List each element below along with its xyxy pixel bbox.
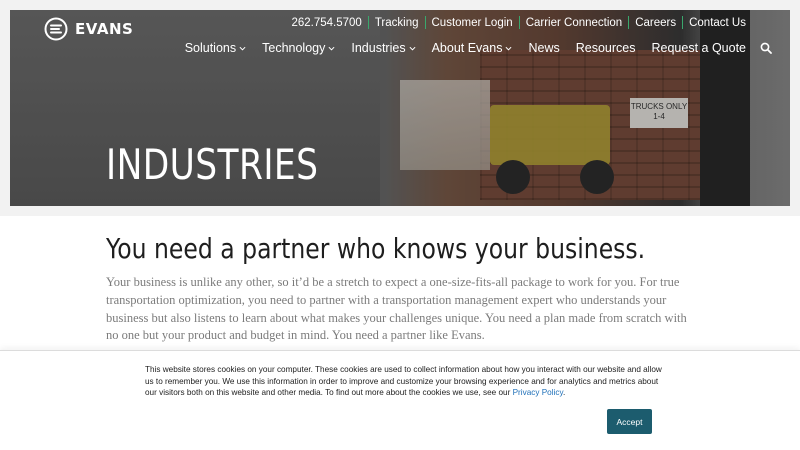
- nav-item-resources[interactable]: Resources: [576, 41, 636, 55]
- nav-item-news[interactable]: News: [528, 41, 559, 55]
- evans-logo[interactable]: EVANS: [44, 17, 133, 41]
- nav-item-industries[interactable]: Industries: [351, 41, 416, 55]
- nav-item-about-evans[interactable]: About Evans: [432, 41, 513, 55]
- nav-item-label: Request a Quote: [651, 41, 746, 55]
- utility-nav: 262.754.5700 Tracking Customer Login Car…: [285, 16, 752, 29]
- nav-item-label: Industries: [351, 41, 406, 55]
- cookie-text: This website stores cookies on your comp…: [145, 364, 665, 399]
- carrier-connection-link[interactable]: Carrier Connection: [520, 17, 629, 29]
- privacy-policy-link[interactable]: Privacy Policy: [513, 388, 563, 397]
- chevron-down-icon: [328, 46, 335, 51]
- cookie-message-end: .: [562, 388, 566, 397]
- chevron-down-icon: [239, 46, 246, 51]
- search-icon[interactable]: [760, 42, 772, 54]
- careers-link[interactable]: Careers: [629, 17, 682, 29]
- phone-link[interactable]: 262.754.5700: [285, 17, 367, 29]
- nav-item-label: News: [528, 41, 560, 55]
- section-body: Your business is unlike any other, so it…: [106, 275, 687, 343]
- tracking-link[interactable]: Tracking: [369, 17, 425, 29]
- evans-logo-icon: [44, 17, 68, 41]
- chevron-down-icon: [409, 46, 416, 51]
- page-title: INDUSTRIES: [106, 140, 319, 189]
- chevron-down-icon: [505, 46, 512, 51]
- section-heading: You need a partner who knows your busine…: [106, 232, 646, 265]
- cookie-banner: This website stores cookies on your comp…: [0, 350, 800, 450]
- nav-item-label: Solutions: [184, 41, 237, 55]
- customer-login-link[interactable]: Customer Login: [426, 17, 519, 29]
- accept-button[interactable]: Accept: [607, 409, 652, 434]
- nav-item-label: Technology: [262, 41, 326, 55]
- main-nav: Solutions Technology Industries About Ev…: [169, 41, 772, 55]
- contact-us-link[interactable]: Contact Us: [683, 17, 752, 29]
- nav-item-label: About Evans: [431, 41, 503, 55]
- nav-item-label: Resources: [575, 41, 636, 55]
- cookie-message: This website stores cookies on your comp…: [145, 365, 662, 397]
- nav-item-solutions[interactable]: Solutions: [185, 41, 246, 55]
- brand-name: EVANS: [75, 20, 134, 38]
- nav-item-request-a-quote[interactable]: Request a Quote: [651, 41, 746, 55]
- nav-item-technology[interactable]: Technology: [262, 41, 335, 55]
